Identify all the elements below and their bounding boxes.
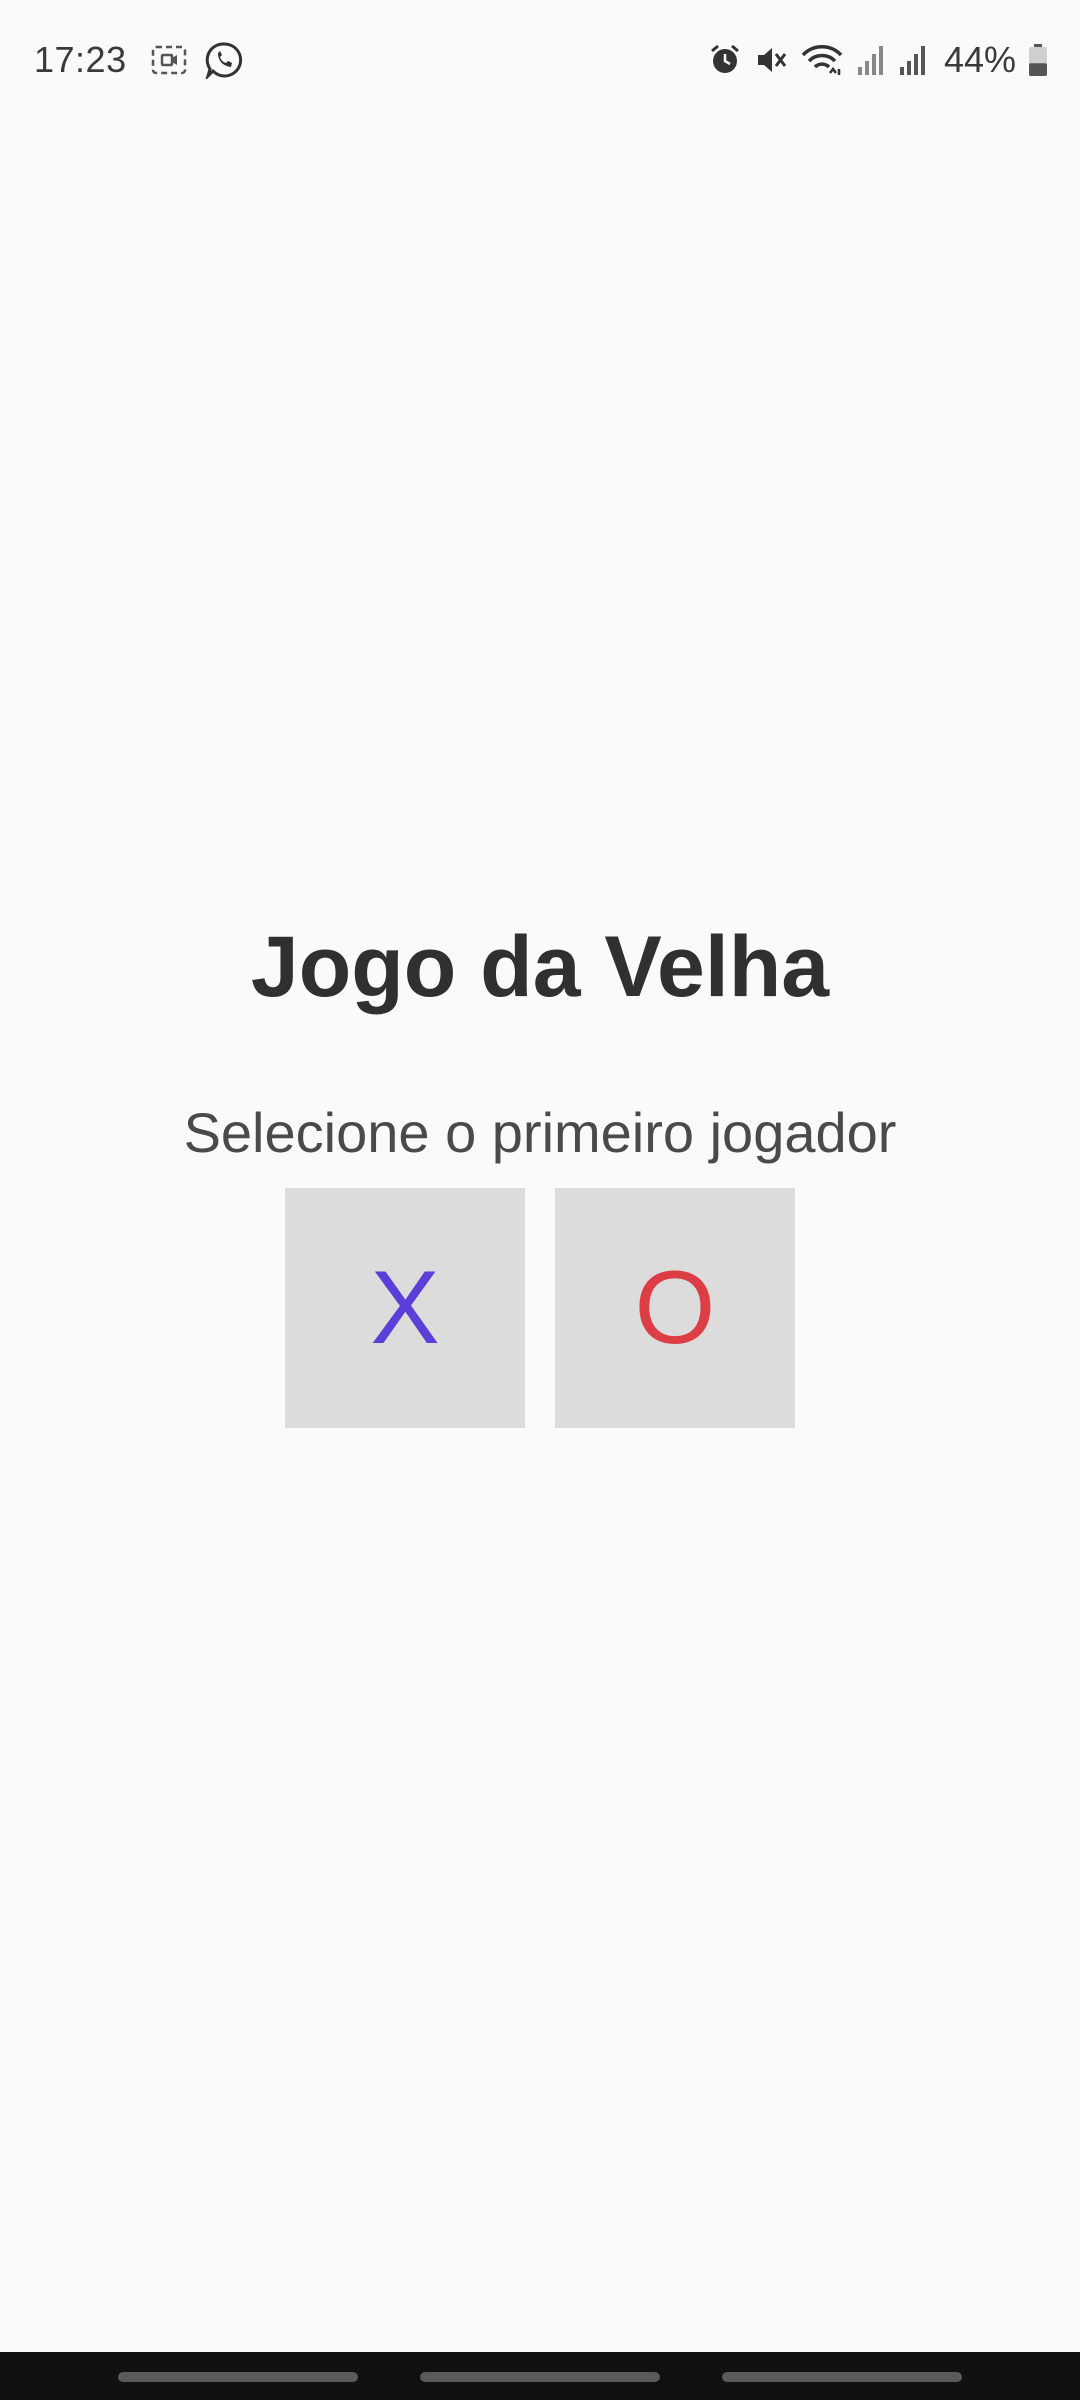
status-time: 17:23 [34, 39, 127, 80]
nav-handle[interactable] [420, 2372, 660, 2382]
signal-icon [856, 43, 886, 77]
signal-icon [898, 43, 928, 77]
status-left: 17:23 [34, 39, 243, 81]
screen-record-icon [151, 45, 187, 75]
page-title: Jogo da Velha [250, 919, 830, 1015]
choose-o-button[interactable]: O [555, 1188, 795, 1428]
battery-icon [1028, 43, 1048, 77]
choose-x-button[interactable]: X [285, 1188, 525, 1428]
whatsapp-icon [205, 41, 243, 79]
navigation-bar [0, 2352, 1080, 2400]
mute-icon [754, 43, 788, 77]
battery-percent: 44% [943, 39, 1016, 80]
nav-handle[interactable] [118, 2372, 358, 2382]
alarm-icon [708, 43, 742, 77]
status-right: 44% [708, 39, 1048, 81]
status-bar: 17:23 44% [0, 0, 1080, 120]
nav-handle[interactable] [722, 2372, 962, 2382]
wifi-icon [800, 43, 844, 77]
player-choice-row: X O [285, 1188, 795, 1428]
instruction-text: Selecione o primeiro jogador [183, 1101, 897, 1164]
